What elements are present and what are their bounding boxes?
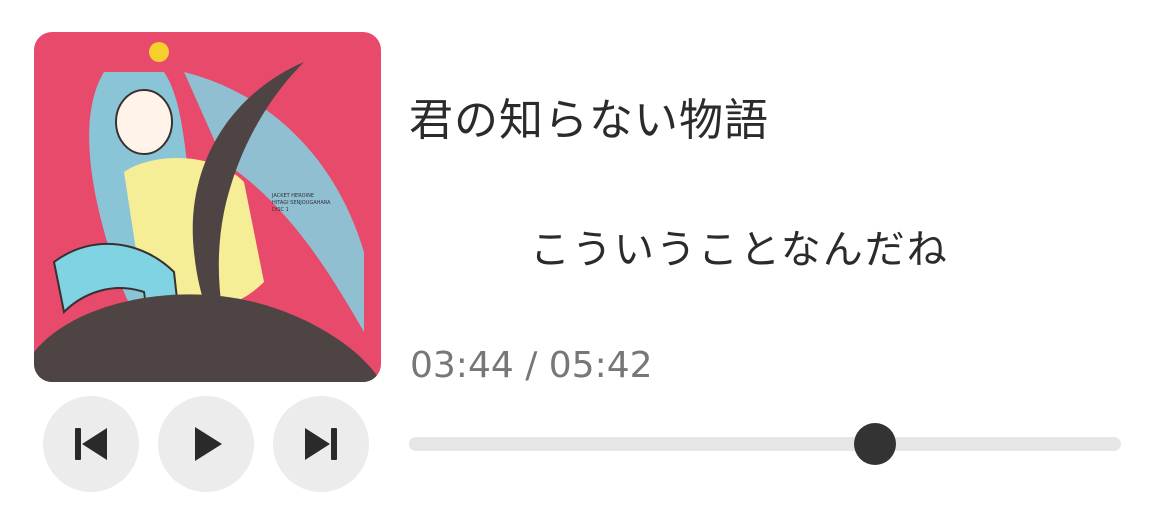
svg-text:DISC 1: DISC 1 (272, 207, 289, 213)
song-title: 君の知らない物語 (409, 95, 769, 146)
next-button[interactable] (273, 396, 369, 492)
svg-text:JACKET HEROINE: JACKET HEROINE (271, 193, 314, 199)
previous-button[interactable] (43, 396, 139, 492)
skip-previous-icon (75, 428, 107, 460)
play-button[interactable] (158, 396, 254, 492)
time-display: 03:44 / 05:42 (410, 345, 653, 386)
progress-thumb[interactable] (854, 423, 896, 465)
album-art: JACKET HEROINE HITAGI SENJOUGAHARA DISC … (34, 32, 381, 382)
progress-track[interactable] (409, 423, 1121, 465)
current-lyric: こういうことなんだね (530, 227, 949, 273)
play-icon (195, 427, 222, 461)
svg-text:HITAGI SENJOUGAHARA: HITAGI SENJOUGAHARA (272, 200, 331, 206)
skip-next-icon (305, 428, 337, 460)
progress-fill (409, 437, 875, 451)
